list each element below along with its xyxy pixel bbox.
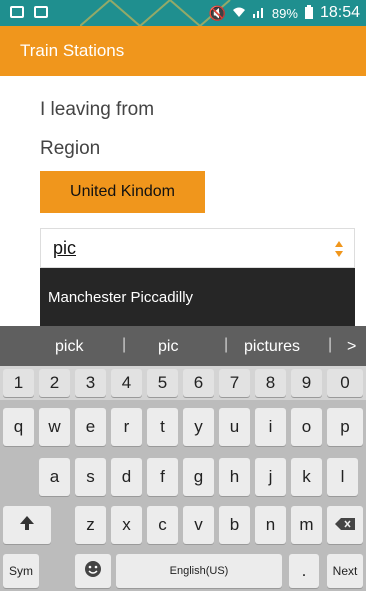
key-i[interactable]: i bbox=[255, 408, 286, 446]
key-p[interactable]: p bbox=[327, 408, 363, 446]
app-title: Train Stations bbox=[20, 41, 125, 60]
key-1[interactable]: 1 bbox=[3, 369, 34, 397]
next-key[interactable]: Next bbox=[327, 554, 363, 588]
key-4[interactable]: 4 bbox=[111, 369, 142, 397]
key-v[interactable]: v bbox=[183, 506, 214, 544]
emoji-key[interactable] bbox=[75, 554, 111, 588]
key-7[interactable]: 7 bbox=[219, 369, 250, 397]
suggestion-label: Manchester Piccadilly bbox=[48, 288, 194, 306]
autocomplete-suggestion[interactable]: Manchester Piccadilly bbox=[40, 268, 355, 326]
soft-keyboard: pick | pic | pictures | > 1 2 3 4 5 6 7 … bbox=[0, 326, 366, 591]
sym-key[interactable]: Sym bbox=[3, 554, 39, 588]
key-d[interactable]: d bbox=[111, 458, 142, 496]
key-e[interactable]: e bbox=[75, 408, 106, 446]
prediction-more-button[interactable]: > bbox=[347, 338, 356, 356]
region-button-label: United Kindom bbox=[70, 183, 175, 200]
emoji-icon bbox=[84, 560, 102, 583]
period-key[interactable]: . bbox=[289, 554, 319, 588]
key-t[interactable]: t bbox=[147, 408, 178, 446]
region-label: Region bbox=[40, 138, 101, 159]
prediction-item[interactable]: pick bbox=[55, 338, 83, 356]
key-k[interactable]: k bbox=[291, 458, 322, 496]
backspace-key[interactable] bbox=[327, 506, 363, 544]
shift-key[interactable] bbox=[3, 506, 51, 544]
spacebar-key[interactable]: English(US) bbox=[116, 554, 282, 588]
key-y[interactable]: y bbox=[183, 408, 214, 446]
battery-percent: 89% bbox=[271, 5, 298, 21]
key-w[interactable]: w bbox=[39, 408, 70, 446]
key-6[interactable]: 6 bbox=[183, 369, 214, 397]
prediction-separator: | bbox=[328, 336, 333, 353]
backspace-icon bbox=[335, 515, 355, 535]
spinner-arrows-icon[interactable] bbox=[334, 239, 344, 259]
key-z[interactable]: z bbox=[75, 506, 106, 544]
email-icon bbox=[10, 6, 24, 18]
key-2[interactable]: 2 bbox=[39, 369, 70, 397]
key-o[interactable]: o bbox=[291, 408, 322, 446]
key-8[interactable]: 8 bbox=[255, 369, 286, 397]
key-n[interactable]: n bbox=[255, 506, 286, 544]
prediction-separator: | bbox=[224, 336, 229, 353]
key-q[interactable]: q bbox=[3, 408, 34, 446]
station-search-input[interactable]: pic bbox=[40, 228, 355, 268]
region-button[interactable]: United Kindom bbox=[40, 171, 205, 213]
key-m[interactable]: m bbox=[291, 506, 322, 544]
battery-icon bbox=[304, 4, 314, 22]
key-l[interactable]: l bbox=[327, 458, 358, 496]
key-u[interactable]: u bbox=[219, 408, 250, 446]
spacebar-language-label: English(US) bbox=[169, 565, 229, 577]
key-x[interactable]: x bbox=[111, 506, 142, 544]
key-a[interactable]: a bbox=[39, 458, 70, 496]
key-j[interactable]: j bbox=[255, 458, 286, 496]
key-c[interactable]: c bbox=[147, 506, 178, 544]
prediction-item[interactable]: pic bbox=[158, 338, 178, 356]
prediction-separator: | bbox=[122, 336, 127, 353]
key-r[interactable]: r bbox=[111, 408, 142, 446]
shift-icon bbox=[19, 515, 35, 536]
key-0[interactable]: 0 bbox=[327, 369, 363, 397]
key-9[interactable]: 9 bbox=[291, 369, 322, 397]
status-bar: 🔇 89% 18:54 bbox=[0, 0, 366, 26]
prediction-item[interactable]: pictures bbox=[244, 338, 300, 356]
prediction-bar: pick | pic | pictures | > bbox=[0, 326, 366, 366]
key-b[interactable]: b bbox=[219, 506, 250, 544]
image-icon bbox=[34, 6, 48, 18]
app-bar: Train Stations bbox=[0, 26, 366, 76]
key-g[interactable]: g bbox=[183, 458, 214, 496]
status-right: 🔇 89% 18:54 bbox=[208, 4, 360, 22]
status-left bbox=[10, 6, 48, 18]
key-h[interactable]: h bbox=[219, 458, 250, 496]
signal-icon bbox=[252, 5, 266, 21]
number-row: 1 2 3 4 5 6 7 8 9 0 bbox=[0, 366, 366, 400]
key-f[interactable]: f bbox=[147, 458, 178, 496]
wifi-icon bbox=[232, 5, 246, 21]
key-s[interactable]: s bbox=[75, 458, 106, 496]
mute-icon: 🔇 bbox=[208, 4, 226, 21]
station-search-text: pic bbox=[53, 238, 77, 258]
status-time: 18:54 bbox=[319, 4, 360, 21]
key-3[interactable]: 3 bbox=[75, 369, 106, 397]
key-5[interactable]: 5 bbox=[147, 369, 178, 397]
leaving-from-label: I leaving from bbox=[40, 99, 155, 120]
